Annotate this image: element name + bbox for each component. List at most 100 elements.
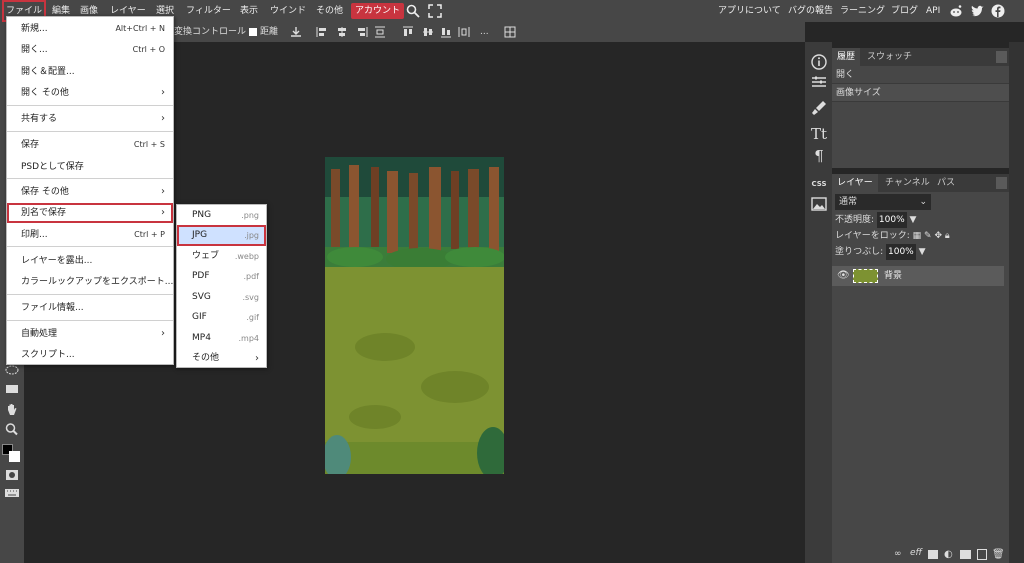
adjustment-layer-icon[interactable]: ◐ <box>944 549 953 560</box>
visibility-eye-icon[interactable]: 👁︎ <box>837 270 850 281</box>
rectangle-tool-icon[interactable] <box>4 382 20 396</box>
lock-position-icon[interactable]: ✥ <box>934 231 942 241</box>
chevron-right-icon: › <box>161 186 165 197</box>
align-center-h-icon[interactable] <box>336 26 348 38</box>
menu-item-open[interactable]: 開く... Ctrl + O <box>7 40 173 60</box>
menu-item-share[interactable]: 共有する › <box>7 109 173 129</box>
zoom-tool-icon[interactable] <box>4 422 20 436</box>
align-bottom-icon[interactable] <box>440 26 452 38</box>
format-other[interactable]: その他 › <box>177 348 266 369</box>
align-middle-v-icon[interactable] <box>422 26 434 38</box>
distance-checkbox[interactable] <box>249 28 257 36</box>
keyboard-icon[interactable] <box>4 486 20 500</box>
lock-transparency-icon[interactable]: ▦ <box>913 231 922 241</box>
lock-all-icon[interactable]: 🔒︎ <box>945 231 950 241</box>
menu-item-save-as-psd[interactable]: PSDとして保存 <box>7 157 173 177</box>
adjustments-icon[interactable] <box>809 72 829 92</box>
menu-item-file-info[interactable]: ファイル情報... <box>7 298 173 318</box>
format-svg[interactable]: SVG .svg <box>177 287 266 308</box>
format-png[interactable]: PNG .png <box>177 205 266 226</box>
history-row-open[interactable]: 開く <box>832 66 1009 84</box>
format-jpg[interactable]: JPG .jpg <box>177 225 266 246</box>
link-api[interactable]: API <box>926 0 940 22</box>
quick-mask-icon[interactable] <box>4 468 20 482</box>
tab-history[interactable]: 履歴 <box>832 48 861 66</box>
tab-paths[interactable]: パス <box>932 174 960 192</box>
link-blog[interactable]: ブログ <box>891 0 918 22</box>
align-top-icon[interactable] <box>402 26 414 38</box>
layer-name[interactable]: 背景 <box>884 266 902 286</box>
effects-icon[interactable]: eff <box>910 548 922 558</box>
brush-settings-icon[interactable] <box>809 98 829 118</box>
character-panel-icon[interactable]: Tt <box>809 124 829 144</box>
folder-icon[interactable] <box>960 550 971 559</box>
opacity-dropdown-icon[interactable]: ▼ <box>910 215 917 225</box>
distribute-v-icon[interactable] <box>374 26 386 38</box>
format-pdf[interactable]: PDF .pdf <box>177 266 266 287</box>
menu-item-export-layers[interactable]: レイヤーを露出... <box>7 251 173 271</box>
fill-input[interactable]: 100% <box>886 244 916 260</box>
align-left-icon[interactable] <box>316 26 328 38</box>
blend-mode-select[interactable]: 通常 ⌄ <box>835 194 931 210</box>
menu-item-save-more[interactable]: 保存 その他 › <box>7 182 173 202</box>
transform-controls-label[interactable]: 変換コントロール <box>174 22 246 42</box>
account-button[interactable]: アカウント <box>351 3 405 19</box>
distribute-h-icon[interactable] <box>458 26 470 38</box>
format-webp[interactable]: ウェブ .webp <box>177 246 266 267</box>
fill-dropdown-icon[interactable]: ▼ <box>919 247 926 257</box>
lock-paint-icon[interactable]: ✎ <box>924 231 932 241</box>
twitter-icon[interactable] <box>970 4 984 18</box>
facebook-icon[interactable] <box>991 4 1005 18</box>
grid-icon[interactable] <box>504 26 516 38</box>
menu-item-print[interactable]: 印刷... Ctrl + P <box>7 225 173 245</box>
tab-swatches[interactable]: スウォッチ <box>862 48 917 66</box>
history-tabs: 履歴 スウォッチ <box>832 48 1009 66</box>
menu-item-new[interactable]: 新規... Alt+Ctrl + N <box>7 19 173 39</box>
menu-item-scripts[interactable]: スクリプト... <box>7 345 173 365</box>
menu-item-open-more[interactable]: 開く その他 › <box>7 83 173 103</box>
info-icon[interactable] <box>809 52 829 72</box>
reddit-icon[interactable] <box>949 4 963 18</box>
background-color[interactable] <box>9 451 20 462</box>
menu-item-automate[interactable]: 自動処理 › <box>7 324 173 344</box>
link-bug-report[interactable]: バグの報告 <box>788 0 833 22</box>
paragraph-panel-icon[interactable]: ¶ <box>809 146 829 166</box>
menu-item-export-color-lookup[interactable]: カラールックアップをエクスポート... <box>7 272 173 292</box>
menu-item-open-and-place[interactable]: 開く＆配置... <box>7 62 173 82</box>
format-extension: .pdf <box>243 272 259 281</box>
tab-layers[interactable]: レイヤー <box>832 174 878 192</box>
history-panel-menu[interactable] <box>996 51 1007 63</box>
more-options[interactable]: ... <box>480 22 489 42</box>
link-about[interactable]: アプリについて <box>718 0 781 22</box>
format-mp4[interactable]: MP4 .mp4 <box>177 328 266 349</box>
css-panel-icon[interactable]: CSS <box>809 174 829 194</box>
menu-filter[interactable]: フィルター <box>186 0 231 22</box>
menu-item-save-as[interactable]: 別名で保存 › <box>7 203 173 223</box>
trash-icon[interactable]: 🗑︎ <box>992 549 1005 560</box>
color-swatches[interactable] <box>0 442 20 462</box>
menu-more[interactable]: その他 <box>316 0 343 22</box>
fullscreen-icon[interactable] <box>428 4 442 18</box>
lasso-tool-icon[interactable] <box>4 364 20 378</box>
opacity-input[interactable]: 100% <box>876 212 907 228</box>
layers-panel-menu[interactable] <box>996 177 1007 189</box>
align-right-icon[interactable] <box>356 26 368 38</box>
link-learning[interactable]: ラーニング <box>840 0 885 22</box>
layer-row-background[interactable]: 👁︎ 背景 <box>832 266 1004 286</box>
mask-icon[interactable] <box>928 550 938 559</box>
hand-tool-icon[interactable] <box>4 402 20 416</box>
new-layer-icon[interactable] <box>977 549 987 560</box>
image-panel-icon[interactable] <box>809 194 829 214</box>
format-extension: .png <box>241 211 259 220</box>
menu-view[interactable]: 表示 <box>240 0 258 22</box>
link-layers-icon[interactable]: ∞ <box>894 549 902 559</box>
search-icon[interactable] <box>406 4 420 18</box>
menu-window[interactable]: ウインド <box>270 0 306 22</box>
image-canvas[interactable] <box>325 157 504 474</box>
menu-item-save[interactable]: 保存 Ctrl + S <box>7 135 173 155</box>
menu-item-label: 開く その他 <box>21 88 69 98</box>
format-gif[interactable]: GIF .gif <box>177 307 266 328</box>
download-icon[interactable] <box>290 26 302 38</box>
tab-channels[interactable]: チャンネル <box>880 174 935 192</box>
history-row-image-size[interactable]: 画像サイズ <box>832 84 1009 102</box>
